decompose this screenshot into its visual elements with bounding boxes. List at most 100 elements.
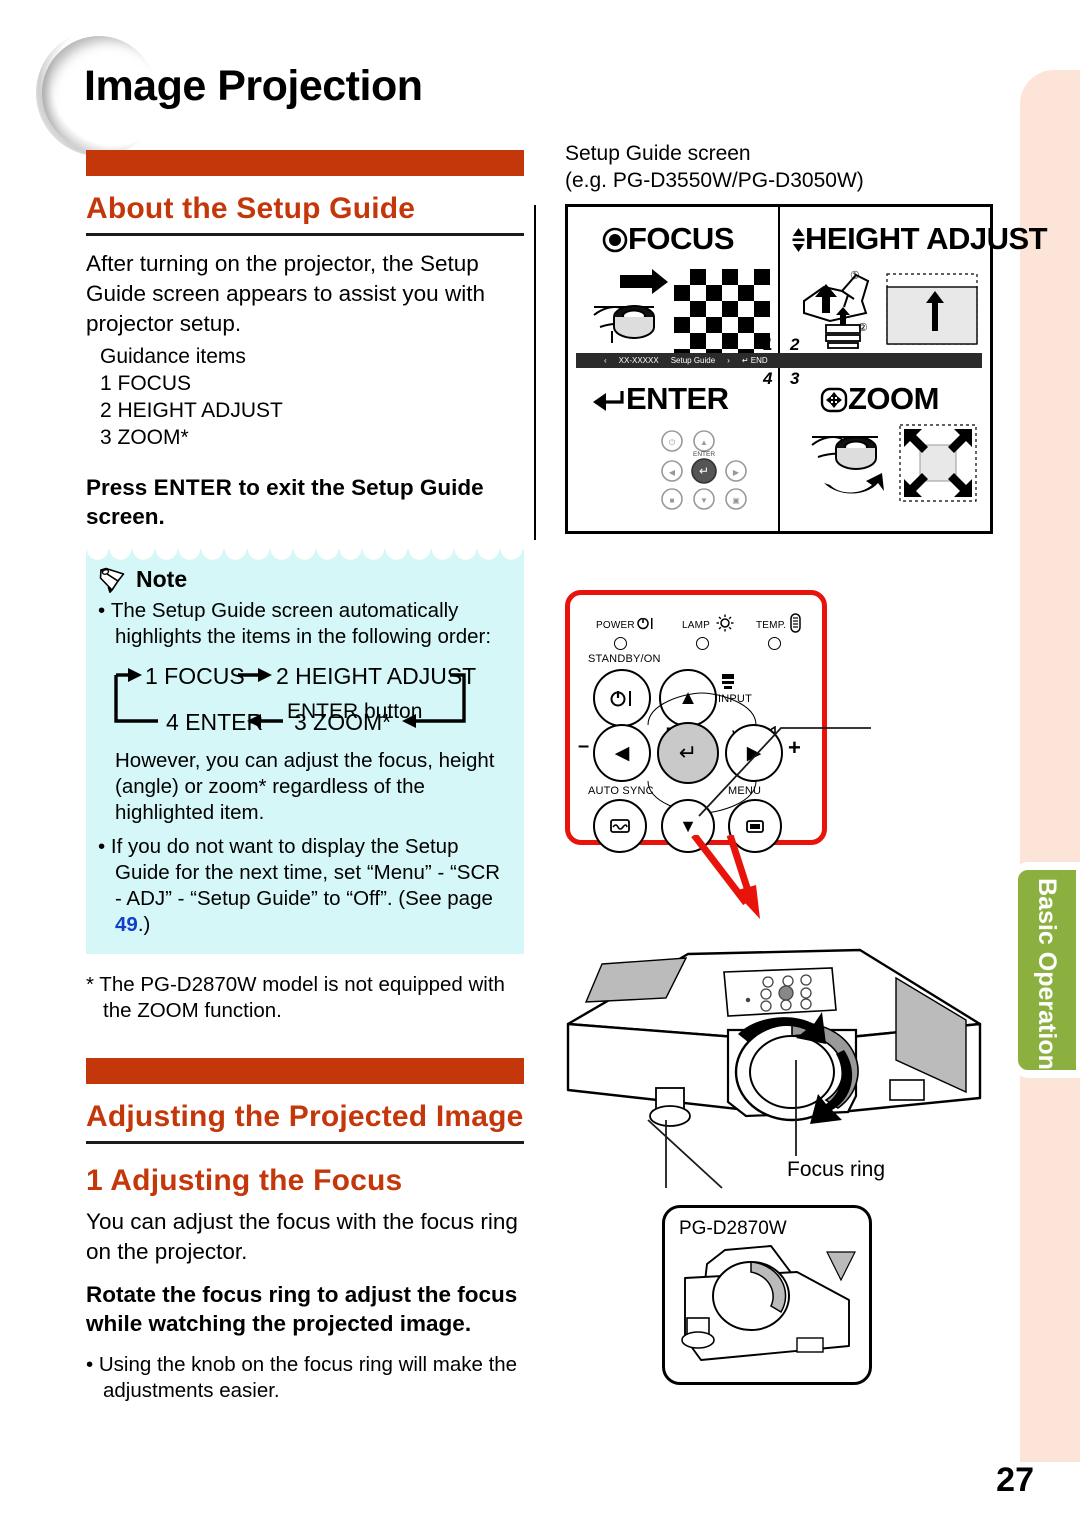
note-scallop-edge bbox=[86, 549, 524, 562]
callout-label-focus-ring: Focus ring bbox=[787, 1158, 886, 1181]
power-indicator-led bbox=[614, 637, 627, 650]
svg-text:ENTER: ENTER bbox=[693, 451, 715, 458]
osd-next-arrow: › bbox=[727, 356, 730, 365]
height-adjust-hand-illustration: ① ② bbox=[803, 270, 870, 349]
indicator-label-temp: TEMP. bbox=[756, 620, 787, 631]
guidance-items-label: Guidance items bbox=[100, 345, 246, 368]
indicator-label-power: POWER bbox=[596, 620, 635, 631]
zoom-icon bbox=[820, 387, 848, 413]
model-inset-label: PG-D2870W bbox=[679, 1218, 787, 1239]
height-adjust-screen-illustration bbox=[886, 273, 978, 345]
osd-status-bar: ‹ XX-XXXXX Setup Guide › ↵ END bbox=[576, 353, 982, 368]
quadrant-label-focus: FOCUS bbox=[602, 221, 735, 257]
svg-text:■: ■ bbox=[670, 496, 675, 505]
enter-arrow-icon bbox=[593, 391, 624, 411]
indicator-label-lamp: LAMP bbox=[682, 620, 711, 631]
zoom-ring-hand-illustration bbox=[811, 436, 884, 494]
svg-text:▲: ▲ bbox=[700, 438, 708, 447]
svg-text:▣: ▣ bbox=[732, 496, 740, 505]
power-icon bbox=[637, 617, 653, 630]
pg-d2870w-lens-illustration bbox=[681, 1245, 856, 1361]
model-inset-pg-d2870w: PG-D2870W bbox=[662, 1205, 872, 1385]
section-tab-line2: Operation bbox=[1033, 951, 1062, 1070]
flow-item-1: 1 FOCUS bbox=[145, 663, 245, 689]
section-heading-setup-guide: About the Setup Guide bbox=[86, 192, 416, 225]
osd-end-key: ↵ END bbox=[741, 356, 768, 365]
note-after-flow: However, you can adjust the focus, heigh… bbox=[115, 749, 495, 824]
callout-arrows-red bbox=[691, 835, 760, 919]
svg-text:◀: ◀ bbox=[669, 468, 676, 477]
setup-guide-intro: After turning on the projector, the Setu… bbox=[86, 251, 485, 336]
note-bullet-2: • If you do not want to display the Setu… bbox=[98, 835, 501, 936]
exit-instruction-prefix: Press bbox=[86, 475, 154, 500]
quadrant-number-3: 3 bbox=[790, 369, 800, 388]
focus-body: You can adjust the focus with the focus … bbox=[86, 1209, 518, 1264]
focus-ring-leader-lines bbox=[647, 1060, 797, 1189]
auto-sync-button[interactable] bbox=[593, 799, 647, 853]
osd-title: Setup Guide bbox=[670, 356, 716, 365]
section-rule bbox=[86, 233, 524, 236]
button-label-auto-sync: AUTO SYNC bbox=[588, 785, 654, 797]
section-tab-line1: Basic bbox=[1033, 878, 1062, 945]
guidance-item-2: 2 HEIGHT ADJUST bbox=[100, 399, 283, 422]
focus-ring-hand-illustration bbox=[593, 269, 668, 343]
page-number: 27 bbox=[996, 1461, 1034, 1499]
quadrant-number-4: 4 bbox=[763, 369, 773, 388]
exit-instruction: Press ENTER to exit the Setup Guide scre… bbox=[86, 473, 526, 531]
focus-test-pattern bbox=[674, 269, 770, 365]
page-title: Image Projection bbox=[84, 62, 423, 110]
flow-item-4: 4 ENTER bbox=[166, 709, 263, 735]
right-column: Setup Guide screen (e.g. PG-D3550W/PG-D3… bbox=[565, 140, 1048, 853]
setup-guide-caption-line1: Setup Guide screen bbox=[565, 142, 751, 165]
svg-text:▼: ▼ bbox=[700, 496, 708, 505]
osd-prev-arrow: ‹ bbox=[604, 356, 607, 365]
left-column: About the Setup Guide After turning on t… bbox=[86, 150, 526, 1404]
left-button[interactable]: ◀ bbox=[593, 724, 651, 782]
section-accent-bar-2 bbox=[86, 1058, 524, 1084]
quadrant-number-2: 2 bbox=[790, 335, 800, 354]
section-heading-adjusting: Adjusting the Projected Image bbox=[86, 1100, 524, 1133]
setup-guide-screen-image: FOCUS HEIGHT ADJUST ① ② ‹ XX-XXXXX Setup… bbox=[565, 204, 1048, 534]
note-bullet-1: • The Setup Guide screen automatically h… bbox=[98, 599, 492, 648]
note-bullet-2-text-b: .) bbox=[137, 913, 151, 936]
svg-text:①: ① bbox=[850, 270, 860, 282]
remote-keypad-illustration: ↵ ENTER ⏻ ▲ ◀ ▶ ■ ▼ ▣ bbox=[661, 430, 747, 510]
subsection-heading-focus: 1 Adjusting the Focus bbox=[86, 1164, 403, 1197]
guidance-item-3: 3 ZOOM* bbox=[100, 426, 189, 449]
svg-text:▶: ▶ bbox=[733, 468, 740, 477]
callout-label-enter-button: ENTER button bbox=[287, 700, 423, 723]
guidance-item-1: 1 FOCUS bbox=[100, 372, 192, 395]
section-rule-2 bbox=[86, 1141, 524, 1144]
section-accent-bar bbox=[86, 150, 524, 176]
auto-sync-icon bbox=[610, 819, 630, 833]
quadrant-label-height-adjust: HEIGHT ADJUST bbox=[792, 221, 1048, 257]
quadrant-label-enter: ENTER bbox=[592, 381, 729, 417]
note-box: Note • The Setup Guide screen automatica… bbox=[86, 549, 524, 954]
note-title: Note bbox=[98, 566, 512, 593]
svg-text:↵: ↵ bbox=[699, 464, 709, 478]
manual-page: Basic Operation Image Projection About t… bbox=[0, 0, 1080, 1532]
section-tab-label: Basic Operation bbox=[1018, 870, 1076, 1078]
svg-text:②: ② bbox=[858, 322, 868, 334]
focus-icon bbox=[602, 227, 628, 253]
note-bullet-1-text: The Setup Guide screen automatically hig… bbox=[110, 599, 492, 648]
temperature-icon bbox=[790, 613, 801, 633]
lamp-icon bbox=[716, 614, 734, 632]
osd-model: XX-XXXXX bbox=[618, 356, 659, 365]
note-label: Note bbox=[136, 566, 188, 592]
up-down-arrow-icon bbox=[792, 228, 805, 252]
focus-bullet: • Using the knob on the focus ring will … bbox=[86, 1353, 518, 1402]
left-arrow-icon: ◀ bbox=[614, 742, 630, 764]
column-divider bbox=[534, 205, 536, 540]
pencil-icon bbox=[99, 567, 125, 593]
focus-instruction: Rotate the focus ring to adjust the focu… bbox=[86, 1282, 518, 1336]
lamp-indicator-led bbox=[696, 637, 709, 650]
temp-indicator-led bbox=[768, 637, 781, 650]
zoom-footnote: * The PG-D2870W model is not equipped wi… bbox=[86, 973, 505, 1022]
volume-minus-label: – bbox=[578, 735, 590, 757]
svg-text:⏻: ⏻ bbox=[669, 438, 676, 447]
section-tab-basic-operation[interactable]: Basic Operation bbox=[1014, 866, 1080, 1074]
page-reference-49[interactable]: 49 bbox=[115, 913, 138, 936]
quadrant-label-zoom: ZOOM bbox=[820, 381, 940, 417]
zoom-screen-illustration bbox=[899, 424, 977, 502]
